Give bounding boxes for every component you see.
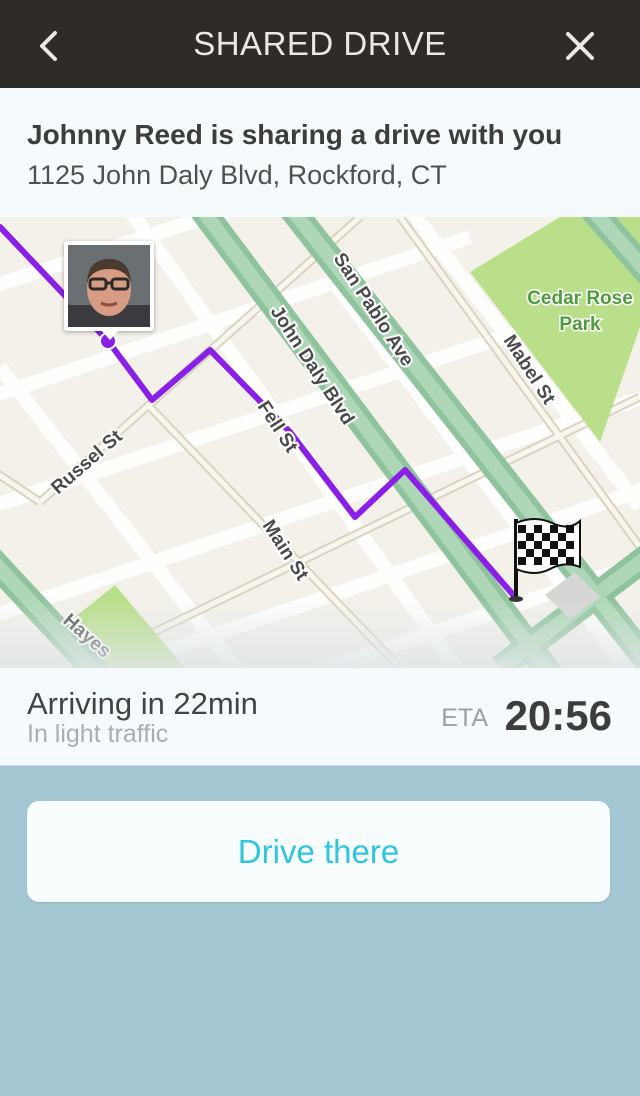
share-info: Johnny Reed is sharing a drive with you … <box>0 88 640 218</box>
drive-there-button[interactable]: Drive there <box>27 801 610 902</box>
chevron-left-icon <box>40 31 57 61</box>
eta-panel: Arriving in 22min In light traffic ETA 2… <box>0 668 640 766</box>
destination-address: 1125 John Daly Blvd, Rockford, CT <box>27 160 447 190</box>
page-title: SHARED DRIVE <box>193 25 447 62</box>
driver-photo <box>68 245 150 327</box>
driver-avatar[interactable] <box>64 241 154 340</box>
eta-time: 20:56 <box>504 692 612 739</box>
close-button[interactable] <box>556 22 604 70</box>
traffic-status: In light traffic <box>27 720 169 748</box>
eta-label: ETA <box>441 704 488 732</box>
top-bar: SHARED DRIVE <box>0 0 640 88</box>
route-map[interactable]: Russel St Fell St Main St John Daly Blvd… <box>0 217 640 668</box>
back-button[interactable] <box>24 22 72 70</box>
close-icon <box>566 32 594 60</box>
arrival-duration: Arriving in 22min <box>27 686 258 721</box>
share-title: Johnny Reed is sharing a drive with you <box>27 119 563 150</box>
